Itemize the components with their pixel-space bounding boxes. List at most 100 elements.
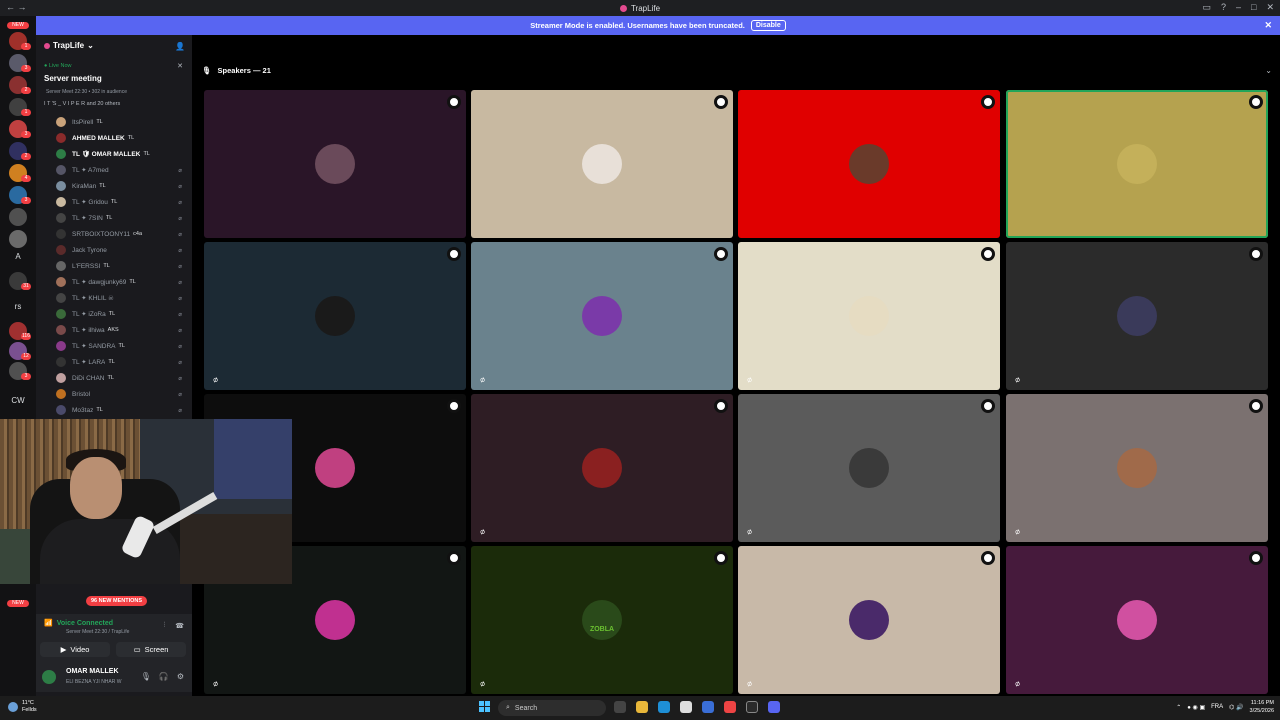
windows-start-icon[interactable] bbox=[479, 701, 491, 713]
microphone-icon[interactable]: 🎙 bbox=[141, 672, 151, 681]
disconnect-icon[interactable]: ☎ bbox=[175, 622, 184, 630]
stage-user-row[interactable]: Bristol ⌀ bbox=[56, 387, 186, 401]
avatar[interactable] bbox=[1117, 600, 1157, 640]
close-banner-icon[interactable]: ✕ bbox=[1264, 20, 1272, 31]
noise-suppression-icon[interactable]: ⫶ bbox=[164, 622, 166, 630]
avatar[interactable] bbox=[849, 448, 889, 488]
stage-user-row[interactable]: AHMED MALLEK TL bbox=[56, 131, 186, 145]
stage-badge-icon bbox=[981, 551, 995, 565]
minimize-button[interactable]: – bbox=[1236, 2, 1241, 13]
stage-user-row[interactable]: TL ✦ A7med ⌀ bbox=[56, 163, 186, 177]
stage-user-row[interactable]: TL ✦ ilhiwa AKS ⌀ bbox=[56, 323, 186, 337]
new-mentions-pill[interactable]: 96 NEW MENTIONS bbox=[86, 596, 148, 606]
stage-user-row[interactable]: SRTBOIXTOONY11 c4a ⌀ bbox=[56, 227, 186, 241]
network-volume-icon[interactable]: ⌬ 🔊 bbox=[1229, 704, 1243, 711]
file-explorer-icon[interactable] bbox=[636, 701, 648, 713]
settings-gear-icon[interactable]: ⚙ bbox=[177, 672, 184, 681]
speaker-tile[interactable]: ⌀ bbox=[471, 242, 733, 390]
chevron-up-icon[interactable]: ⌃ bbox=[1176, 704, 1181, 711]
stage-user-row[interactable]: TL ✦ Gridou TL ⌀ bbox=[56, 195, 186, 209]
stage-user-row[interactable]: TL 🛡 OMAR MALLEK TL bbox=[56, 147, 186, 161]
avatar[interactable] bbox=[582, 144, 622, 184]
edge-icon[interactable] bbox=[658, 701, 670, 713]
stage-user-row[interactable]: DiDi CHAN TL ⌀ bbox=[56, 371, 186, 385]
help-icon[interactable]: ? bbox=[1221, 2, 1226, 13]
headphones-icon[interactable]: 🎧 bbox=[159, 672, 169, 681]
voice-connected-status[interactable]: 📶 Voice Connected bbox=[44, 619, 113, 628]
back-arrow-icon[interactable]: ← → bbox=[6, 2, 27, 12]
stage-user-row[interactable]: KiraMan TL ⌀ bbox=[56, 179, 186, 193]
avatar[interactable] bbox=[849, 144, 889, 184]
avatar[interactable] bbox=[582, 448, 622, 488]
stage-title[interactable]: Server meeting bbox=[44, 74, 102, 83]
speaker-tile[interactable]: ⌀ bbox=[1006, 242, 1268, 390]
speaker-tile[interactable]: ⌀ bbox=[738, 546, 1000, 694]
voice-channel-name[interactable]: Server Meet 22:30 / TrapLife bbox=[66, 629, 129, 635]
stage-user-row[interactable]: ItsPirell TL bbox=[56, 115, 186, 129]
avatar[interactable] bbox=[849, 600, 889, 640]
avatar[interactable] bbox=[1117, 296, 1157, 336]
server-icon[interactable] bbox=[9, 208, 27, 226]
avatar[interactable] bbox=[582, 600, 622, 640]
avatar[interactable] bbox=[849, 296, 889, 336]
disable-streamer-mode-button[interactable]: Disable bbox=[750, 20, 786, 31]
avatar[interactable] bbox=[582, 296, 622, 336]
stage-user-row[interactable]: TL ✦ KHLIL ☠ ⌀ bbox=[56, 291, 186, 305]
server-name-header[interactable]: TrapLife ⌄ bbox=[44, 41, 94, 50]
speaker-tile[interactable] bbox=[1006, 90, 1268, 238]
user-name[interactable]: OMAR MALLEK bbox=[66, 668, 119, 675]
server-icon[interactable] bbox=[9, 230, 27, 248]
avatar[interactable] bbox=[1117, 144, 1157, 184]
tray-icons[interactable]: ● ◉ ▣ bbox=[1187, 704, 1205, 711]
language-indicator[interactable]: FRA bbox=[1211, 704, 1223, 710]
speaker-tile[interactable]: ⌀ bbox=[204, 242, 466, 390]
stage-user-row[interactable]: Mo3taz TL ⌀ bbox=[56, 403, 186, 417]
video-button[interactable]: ▶ Video bbox=[40, 642, 110, 657]
avatar[interactable] bbox=[315, 144, 355, 184]
stage-user-row[interactable]: TL ✦ iZoRa TL ⌀ bbox=[56, 307, 186, 321]
webcam-overlay bbox=[0, 419, 292, 584]
server-letter-icon[interactable]: CW bbox=[0, 396, 36, 405]
avatar[interactable] bbox=[315, 296, 355, 336]
maximize-button[interactable]: □ bbox=[1251, 2, 1256, 13]
screen-share-button[interactable]: ▭ Screen bbox=[116, 642, 186, 657]
speaker-tile[interactable]: ⌀ bbox=[471, 394, 733, 542]
stage-user-row[interactable]: TL ✦ 7SIN TL ⌀ bbox=[56, 211, 186, 225]
mail-icon[interactable] bbox=[702, 701, 714, 713]
avatar[interactable] bbox=[315, 448, 355, 488]
avatar[interactable] bbox=[1117, 448, 1157, 488]
search-icon: ⌕ bbox=[506, 704, 510, 711]
weather-widget[interactable]: 11°C Fellds bbox=[8, 700, 37, 714]
speaker-tile[interactable]: ZOBLA ⌀ bbox=[471, 546, 733, 694]
add-member-icon[interactable]: 👤 bbox=[175, 42, 185, 51]
stage-user-row[interactable]: TL ✦ SANDRA TL ⌀ bbox=[56, 339, 186, 353]
speaker-tile[interactable] bbox=[471, 90, 733, 238]
speaker-tile[interactable]: ⌀ bbox=[738, 394, 1000, 542]
avatar[interactable] bbox=[42, 670, 56, 684]
chrome-icon[interactable] bbox=[724, 701, 736, 713]
speaker-tile[interactable] bbox=[738, 90, 1000, 238]
speaker-tile[interactable]: ⌀ bbox=[738, 242, 1000, 390]
close-icon[interactable]: ✕ bbox=[177, 62, 183, 70]
server-letter-icon[interactable]: A bbox=[0, 252, 36, 261]
clock[interactable]: 11:16 PM 3/25/2026 bbox=[1250, 699, 1274, 715]
stage-user-row[interactable]: L'FERSSI TL ⌀ bbox=[56, 259, 186, 273]
speaker-tile[interactable] bbox=[204, 90, 466, 238]
close-window-button[interactable]: ✕ bbox=[1266, 2, 1274, 13]
task-view-icon[interactable] bbox=[614, 701, 626, 713]
stage-user-row[interactable]: TL ✦ dawgjunky69 TL ⌀ bbox=[56, 275, 186, 289]
muted-mic-icon: ⌀ bbox=[178, 183, 182, 190]
store-icon[interactable] bbox=[680, 701, 692, 713]
discord-icon[interactable] bbox=[768, 701, 780, 713]
speaker-tile[interactable]: ⌀ bbox=[1006, 546, 1268, 694]
stage-user-row[interactable]: TL ✦ LARA TL ⌀ bbox=[56, 355, 186, 369]
server-letter-icon[interactable]: rs bbox=[0, 302, 36, 311]
avatar[interactable] bbox=[315, 600, 355, 640]
inbox-icon[interactable]: ▭ bbox=[1202, 2, 1211, 13]
weather-desc: Fellds bbox=[22, 707, 37, 713]
steam-icon[interactable] bbox=[746, 701, 758, 713]
speaker-tile[interactable]: ⌀ bbox=[1006, 394, 1268, 542]
chevron-down-icon[interactable]: ⌄ bbox=[1265, 66, 1272, 75]
taskbar-search[interactable]: ⌕ Search bbox=[498, 700, 606, 716]
stage-user-row[interactable]: Jack Tyrone ⌀ bbox=[56, 243, 186, 257]
